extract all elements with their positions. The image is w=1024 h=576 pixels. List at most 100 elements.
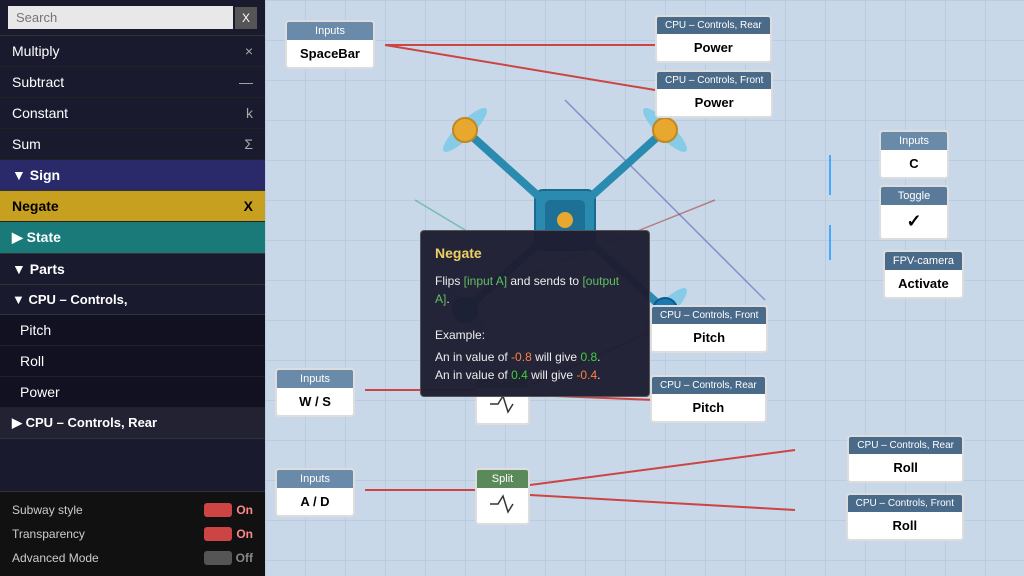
negate-tooltip: Negate Flips [input A] and sends to [out… (420, 230, 650, 397)
node-inputs-c-header: Inputs (881, 132, 947, 150)
node-cpu-front-pitch-body: Pitch (652, 324, 766, 351)
node-cpu-front-pitch[interactable]: CPU – Controls, Front Pitch (650, 305, 768, 353)
node-toggle[interactable]: Toggle ✓ (879, 185, 949, 240)
sidebar: X Multiply × Subtract — Constant k Sum Σ… (0, 0, 265, 576)
tooltip-output-a: [output A] (435, 274, 619, 306)
node-inputs-ad-header: Inputs (277, 470, 353, 488)
sum-label: Sum (12, 136, 41, 152)
subtract-label: Subtract (12, 74, 64, 90)
node-toggle-header: Toggle (881, 187, 947, 205)
node-fpv-body: Activate (885, 270, 962, 297)
node-cpu-front-power-header: CPU – Controls, Front (657, 72, 771, 89)
node-fpv-camera[interactable]: FPV-camera Activate (883, 250, 964, 299)
node-cpu-front-roll[interactable]: CPU – Controls, Front Roll (846, 493, 964, 541)
multiply-icon: × (245, 43, 253, 59)
node-cpu-rear-pitch-header: CPU – Controls, Rear (652, 377, 765, 394)
power-label: Power (20, 384, 60, 400)
node-cpu-rear-power[interactable]: CPU – Controls, Rear Power (655, 15, 772, 63)
node-cpu-rear-pitch-body: Pitch (652, 394, 765, 421)
sidebar-bottom: Subway style On Transparency On Advanced… (0, 491, 265, 576)
node-cpu-front-power[interactable]: CPU – Controls, Front Power (655, 70, 773, 118)
node-inputs-spacebar-body: SpaceBar (287, 40, 373, 67)
node-cpu-rear-pitch[interactable]: CPU – Controls, Rear Pitch (650, 375, 767, 423)
advanced-mode-label: Advanced Mode (12, 551, 99, 565)
parts-section-header[interactable]: ▼ Parts (0, 254, 265, 285)
search-input[interactable] (8, 6, 233, 29)
node-inputs-spacebar-header: Inputs (287, 22, 373, 40)
subway-style-label: Subway style (12, 503, 83, 517)
parts-header-label: ▼ Parts (12, 261, 65, 277)
constant-icon: k (246, 105, 253, 121)
sidebar-item-multiply[interactable]: Multiply × (0, 36, 265, 67)
node-toggle-body: ✓ (881, 205, 947, 238)
node-inputs-spacebar[interactable]: Inputs SpaceBar (285, 20, 375, 69)
node-cpu-front-roll-header: CPU – Controls, Front (848, 495, 962, 512)
tooltip-val-neg08: -0.8 (511, 350, 532, 364)
transparency-toggle[interactable]: On (204, 527, 253, 541)
subtract-icon: — (239, 74, 253, 90)
node-split-2-header: Split (477, 470, 528, 488)
node-split-2-body (477, 488, 528, 523)
advanced-mode-option[interactable]: Advanced Mode Off (0, 546, 265, 570)
sum-icon: Σ (244, 136, 253, 152)
negate-close-icon: X (244, 198, 253, 214)
tooltip-example1: An in value of -0.8 will give 0.8. (435, 348, 635, 366)
tooltip-val-pos04: 0.4 (511, 368, 528, 382)
subway-style-toggle[interactable]: On (204, 503, 253, 517)
search-bar: X (0, 0, 265, 36)
advanced-mode-toggle-btn[interactable] (204, 551, 232, 565)
node-inputs-c-body: C (881, 150, 947, 177)
subway-style-option[interactable]: Subway style On (0, 498, 265, 522)
node-inputs-c[interactable]: Inputs C (879, 130, 949, 179)
transparency-option[interactable]: Transparency On (0, 522, 265, 546)
subway-style-state: On (236, 503, 253, 517)
sidebar-item-negate[interactable]: Negate X (0, 191, 265, 222)
node-cpu-rear-power-body: Power (657, 34, 770, 61)
search-clear-button[interactable]: X (235, 7, 257, 29)
sidebar-item-roll[interactable]: Roll (0, 346, 265, 377)
node-cpu-front-power-body: Power (657, 89, 771, 116)
node-cpu-rear-power-header: CPU – Controls, Rear (657, 17, 770, 34)
node-inputs-ad-body: A / D (277, 488, 353, 515)
state-section-header[interactable]: ▶ State (0, 222, 265, 254)
tooltip-title: Negate (435, 243, 635, 264)
canvas-area[interactable]: Inputs SpaceBar CPU – Controls, Rear Pow… (265, 0, 1024, 576)
node-inputs-ad[interactable]: Inputs A / D (275, 468, 355, 517)
node-inputs-ws-header: Inputs (277, 370, 353, 388)
transparency-label: Transparency (12, 527, 85, 541)
tooltip-val-pos08: 0.8 (580, 350, 597, 364)
sidebar-item-constant[interactable]: Constant k (0, 98, 265, 129)
cpu-front-label: ▼ CPU – Controls, (12, 292, 127, 307)
node-split-2[interactable]: Split (475, 468, 530, 525)
cpu-rear-section-header[interactable]: ▶ CPU – Controls, Rear (0, 408, 265, 439)
sign-section-header[interactable]: ▼ Sign (0, 160, 265, 191)
sign-header-label: ▼ Sign (12, 167, 60, 183)
sidebar-item-pitch[interactable]: Pitch (0, 315, 265, 346)
subway-style-toggle-btn[interactable] (204, 503, 232, 517)
node-cpu-rear-roll-header: CPU – Controls, Rear (849, 437, 962, 454)
constant-label: Constant (12, 105, 68, 121)
tooltip-example2: An in value of 0.4 will give -0.4. (435, 366, 635, 384)
sidebar-item-sum[interactable]: Sum Σ (0, 129, 265, 160)
node-inputs-ws[interactable]: Inputs W / S (275, 368, 355, 417)
node-cpu-rear-roll[interactable]: CPU – Controls, Rear Roll (847, 435, 964, 483)
node-cpu-front-pitch-header: CPU – Controls, Front (652, 307, 766, 324)
tooltip-input-a: [input A] (464, 274, 507, 288)
sidebar-item-power[interactable]: Power (0, 377, 265, 408)
roll-label: Roll (20, 353, 44, 369)
tooltip-desc: Flips [input A] and sends to [output A]. (435, 272, 635, 308)
cpu-rear-label: ▶ CPU – Controls, Rear (12, 415, 157, 431)
transparency-toggle-btn[interactable] (204, 527, 232, 541)
tooltip-val-neg04: -0.4 (576, 368, 597, 382)
cpu-front-section-header[interactable]: ▼ CPU – Controls, (0, 285, 265, 315)
sidebar-item-subtract[interactable]: Subtract — (0, 67, 265, 98)
transparency-state: On (236, 527, 253, 541)
tooltip-example-label: Example: (435, 326, 635, 344)
advanced-mode-toggle[interactable]: Off (204, 551, 253, 565)
node-fpv-header: FPV-camera (885, 252, 962, 270)
advanced-mode-state: Off (236, 551, 253, 565)
node-cpu-rear-roll-body: Roll (849, 454, 962, 481)
state-header-label: ▶ State (12, 229, 61, 246)
multiply-label: Multiply (12, 43, 59, 59)
node-inputs-ws-body: W / S (277, 388, 353, 415)
